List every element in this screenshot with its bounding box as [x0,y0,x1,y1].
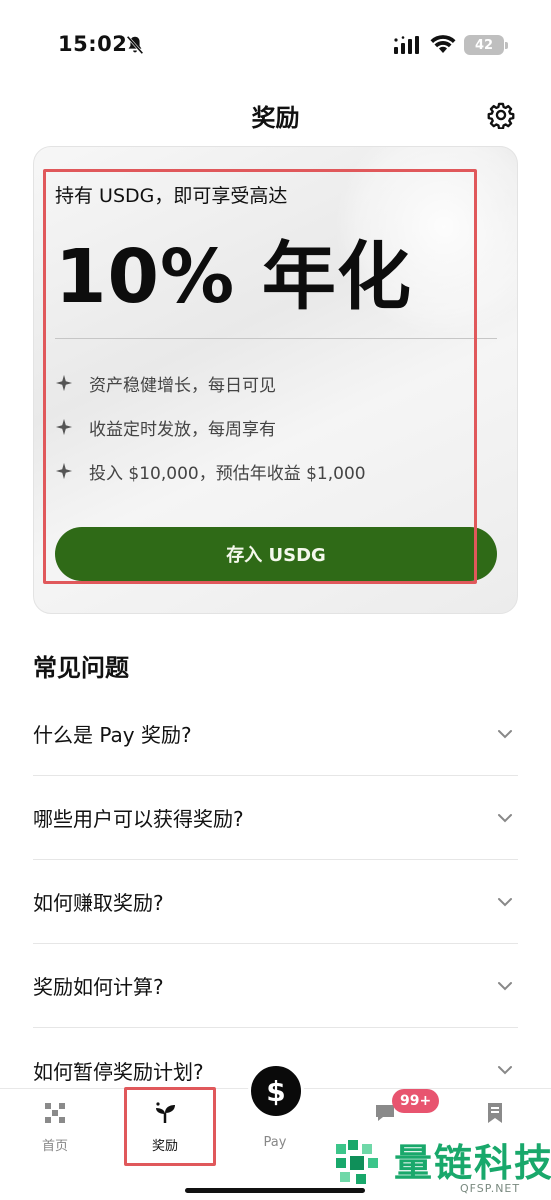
faq-item[interactable]: 奖励如何计算? [33,944,518,1028]
sparkle-icon [55,374,73,392]
feature-text: 收益定时发放，每周享有 [89,419,276,440]
watermark-subtext: QFSP.NET [460,1182,521,1195]
faq-item[interactable]: 哪些用户可以获得奖励? [33,776,518,860]
settings-button[interactable] [486,100,516,130]
battery-icon: 42 [464,35,508,55]
watermark-text: 量链科技 [394,1141,551,1185]
chevron-down-icon [498,981,512,990]
promo-apy-headline: 10% 年化 [55,234,412,320]
tab-home[interactable]: 首页 [15,1099,95,1159]
feature-text: 资产稳健增长，每日可见 [89,375,276,396]
wifi-icon [430,35,456,53]
faq-question: 奖励如何计算? [33,975,164,999]
chevron-down-icon [498,897,512,906]
chevron-down-icon [498,1066,512,1075]
faq-title: 常见问题 [33,654,129,682]
divider [55,338,497,339]
rewards-promo-card: 持有 USDG，即可享受高达 10% 年化 资产稳健增长，每日可见 收益定时发放… [33,146,518,614]
watermark-logo-icon [336,1140,378,1184]
site-watermark: 量链科技 QFSP.NET [330,1130,551,1200]
feature-item: 收益定时发放，每周享有 [55,413,276,441]
battery-nub [505,42,508,49]
tab-rewards[interactable]: 奖励 [125,1099,205,1159]
feature-item: 投入 $10,000，预估年收益 $1,000 [55,457,366,485]
chevron-down-icon [498,813,512,822]
tab-label: 奖励 [151,1139,178,1154]
bell-off-icon [126,35,144,55]
cellular-signal-icon [394,36,419,54]
status-bar: 15:02 42 [0,0,551,90]
tab-pay-spacer [263,1101,287,1125]
feature-text: 投入 $10,000，预估年收益 $1,000 [89,463,366,484]
faq-item[interactable]: 什么是 Pay 奖励? [33,692,518,776]
sparkle-icon [55,462,73,480]
faq-question: 哪些用户可以获得奖励? [33,807,244,831]
faq-question: 如何暂停奖励计划? [33,1059,204,1084]
tab-pay[interactable]: Pay [235,1099,315,1159]
tab-label: Pay [263,1135,287,1150]
home-grid-icon [45,1103,65,1123]
faq-question: 什么是 Pay 奖励? [33,723,192,747]
gear-icon [487,102,515,129]
bookmark-icon [488,1103,502,1123]
sparkle-icon [55,418,73,436]
promo-subtitle: 持有 USDG，即可享受高达 [55,185,288,207]
feature-item: 资产稳健增长，每日可见 [55,369,276,397]
rewards-sprout-icon [156,1102,175,1123]
page-title: 奖励 [251,104,300,132]
deposit-usdg-button[interactable]: 存入 USDG [55,527,497,581]
notification-badge: 99+ [392,1089,440,1113]
battery-level: 42 [474,37,494,53]
faq-question: 如何赚取奖励? [33,891,164,915]
faq-item[interactable]: 如何赚取奖励? [33,860,518,944]
status-time: 15:02 [58,32,128,56]
tab-label: 首页 [41,1139,68,1154]
chevron-down-icon [498,729,512,738]
